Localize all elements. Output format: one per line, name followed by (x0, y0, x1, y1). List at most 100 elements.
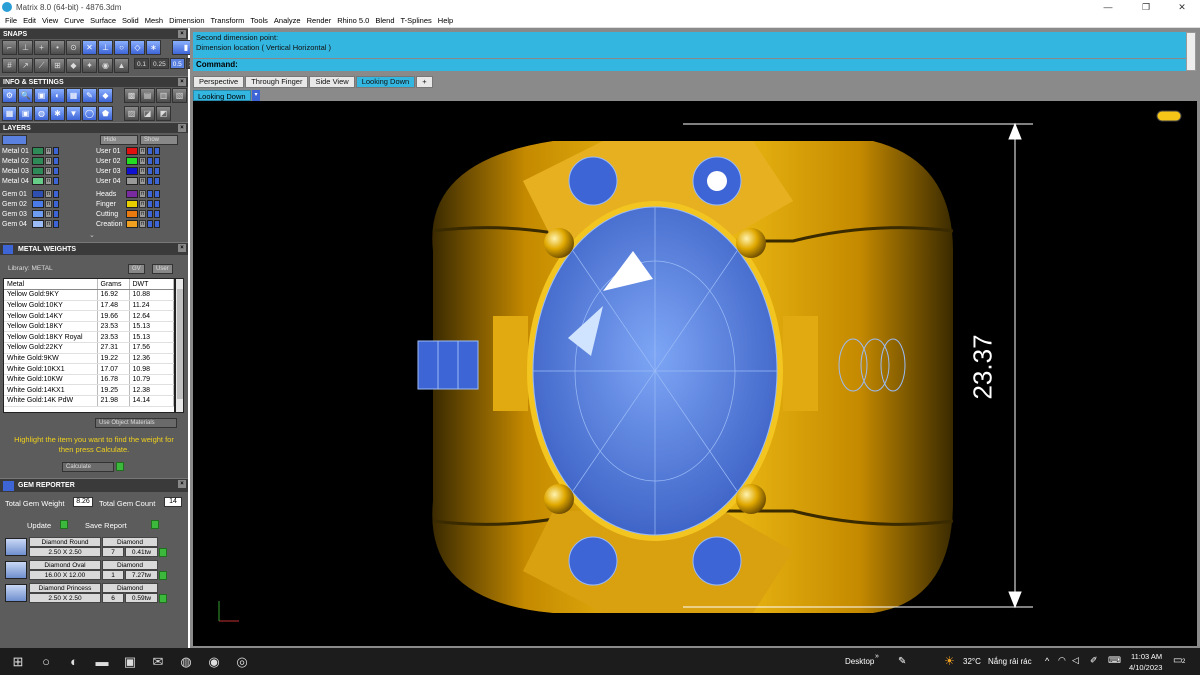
menu-mesh[interactable]: Mesh (142, 16, 166, 25)
tab-side-view[interactable]: Side View (309, 76, 355, 88)
filter-icon[interactable]: ▼ (66, 106, 81, 121)
layer-row[interactable]: Metal 02 ⊓ (2, 156, 60, 166)
app-icon[interactable]: ◍ (172, 654, 200, 670)
tab-looking-down[interactable]: Looking Down (355, 76, 416, 88)
layer-color-swatch[interactable] (126, 147, 138, 155)
material-icon[interactable]: ◐ (50, 88, 65, 103)
lightbulb-icon[interactable] (154, 157, 160, 165)
lock-icon[interactable]: ⊓ (45, 210, 52, 218)
menu-file[interactable]: File (2, 16, 20, 25)
lightbulb-icon[interactable] (53, 147, 59, 155)
mail-icon[interactable]: ✉ (144, 654, 172, 670)
table-row[interactable]: Yellow Gold:18KY Royal 23.53 15.13 (4, 331, 174, 344)
layer-row[interactable]: Heads ⊓ (96, 189, 161, 199)
snap-perp-icon[interactable]: ⊥ (98, 40, 113, 55)
lightbulb-icon[interactable] (53, 220, 59, 228)
layout-icon[interactable]: ▦ (2, 106, 17, 121)
lock-icon[interactable]: ⊓ (45, 167, 52, 175)
layer-row[interactable]: Gem 02 ⊓ (2, 199, 60, 209)
layer-row[interactable]: Metal 04 ⊓ (2, 176, 60, 186)
play-icon[interactable] (116, 462, 124, 471)
show-button[interactable]: Show (140, 135, 178, 145)
play-icon[interactable] (151, 520, 159, 529)
close-button[interactable]: ✕ (1164, 0, 1200, 14)
swatch-icon[interactable]: ▨ (124, 106, 139, 121)
layout-icon[interactable]: ▤ (140, 88, 155, 103)
play-icon[interactable] (159, 571, 167, 580)
snap-int-icon[interactable]: ✕ (82, 40, 97, 55)
snap-knot-icon[interactable]: ∗ (146, 40, 161, 55)
edit-icon[interactable]: ✎ (82, 88, 97, 103)
search-icon[interactable]: ○ (32, 654, 60, 669)
gem-row[interactable]: Diamond Round 2.50 X 2.50 Diamond 7 0.41… (5, 537, 167, 557)
shape-icon[interactable]: ⬟ (98, 106, 113, 121)
table-row[interactable]: Yellow Gold:9KY 16.92 10.88 (4, 289, 174, 301)
viewport-looking-down[interactable]: 23.37 (193, 101, 1197, 646)
matrix-app-icon[interactable]: ◉ (200, 654, 228, 670)
layer-row[interactable]: Metal 01 ⊓ (2, 146, 60, 156)
menu-tsplines[interactable]: T-Splines (398, 16, 435, 25)
search-icon[interactable]: 🔍 (18, 88, 33, 103)
lightbulb-icon[interactable] (154, 147, 160, 155)
lightbulb-icon[interactable] (53, 157, 59, 165)
layer-row[interactable]: Gem 03 ⊓ (2, 209, 60, 219)
layer-color-swatch[interactable] (32, 157, 44, 165)
layer-color-swatch[interactable] (126, 200, 138, 208)
chevron-right-icon[interactable]: » (875, 653, 879, 660)
gv-button[interactable]: GV (128, 264, 145, 274)
menu-view[interactable]: View (39, 16, 61, 25)
windows-start-icon[interactable]: ⊞ (4, 654, 32, 670)
layer-row[interactable]: User 02 ⊓ (96, 156, 161, 166)
light-icon[interactable]: ✱ (50, 106, 65, 121)
record-icon[interactable]: ◉ (98, 58, 113, 73)
filter-icon[interactable]: ▲ (114, 58, 129, 73)
save-report-button[interactable]: Save Report (85, 521, 127, 530)
table-row[interactable]: White Gold:10KW 16.78 10.79 (4, 374, 174, 386)
lightbulb-icon[interactable] (154, 210, 160, 218)
menu-render[interactable]: Render (304, 16, 335, 25)
layer-row[interactable]: User 04 ⊓ (96, 176, 161, 186)
column-header[interactable]: DWT (129, 279, 174, 291)
lock-icon[interactable]: ⊓ (139, 200, 146, 208)
layer-color-swatch[interactable] (126, 210, 138, 218)
clock-date[interactable]: 4/10/2023 (1129, 663, 1162, 672)
menu-surface[interactable]: Surface (87, 16, 119, 25)
desktop-toolbar[interactable]: Desktop (845, 657, 874, 666)
snap-near-icon[interactable]: ⊥ (18, 40, 33, 55)
lightbulb-icon[interactable] (53, 167, 59, 175)
lightbulb-icon[interactable] (154, 200, 160, 208)
smarttrack-icon[interactable]: ◆ (66, 58, 81, 73)
speaker-icon[interactable]: ◁ (1072, 655, 1079, 666)
layer-color-swatch[interactable] (32, 177, 44, 185)
lightbulb-icon[interactable] (53, 200, 59, 208)
close-icon[interactable]: × (178, 244, 186, 252)
layer-row[interactable]: Gem 01 ⊓ (2, 189, 60, 199)
column-header[interactable]: Metal (4, 279, 98, 291)
weather-description[interactable]: Nắng rải rác (988, 657, 1032, 666)
lightbulb-icon[interactable] (147, 167, 153, 175)
weather-icon[interactable]: ☀ (944, 654, 955, 668)
command-scrollbar[interactable] (1186, 32, 1196, 71)
lock-icon[interactable]: ⊓ (45, 190, 52, 198)
calculate-button[interactable]: Calculate (62, 462, 114, 472)
menu-transform[interactable]: Transform (208, 16, 248, 25)
close-icon[interactable]: × (178, 124, 186, 132)
chevron-up-icon[interactable]: ^ (1045, 656, 1049, 666)
menu-edit[interactable]: Edit (20, 16, 39, 25)
menu-curve[interactable]: Curve (61, 16, 87, 25)
table-row[interactable]: Yellow Gold:14KY 19.66 12.64 (4, 310, 174, 322)
layer-color-swatch[interactable] (126, 177, 138, 185)
lightbulb-icon[interactable] (147, 157, 153, 165)
menu-solid[interactable]: Solid (119, 16, 142, 25)
command-line[interactable]: Command: (193, 59, 1186, 71)
play-icon[interactable] (60, 520, 68, 529)
lock-icon[interactable]: ⊓ (45, 200, 52, 208)
layer-row[interactable]: Cutting ⊓ (96, 209, 161, 219)
snap-tan-icon[interactable]: ○ (114, 40, 129, 55)
lightbulb-icon[interactable] (53, 177, 59, 185)
ring-thumbnail-icon[interactable] (1156, 110, 1182, 122)
edge-icon[interactable]: ◐ (60, 654, 88, 669)
settings-icon[interactable]: ⚙ (2, 88, 17, 103)
layer-color-swatch[interactable] (126, 190, 138, 198)
table-row[interactable]: White Gold:10KX1 17.07 10.98 (4, 363, 174, 375)
